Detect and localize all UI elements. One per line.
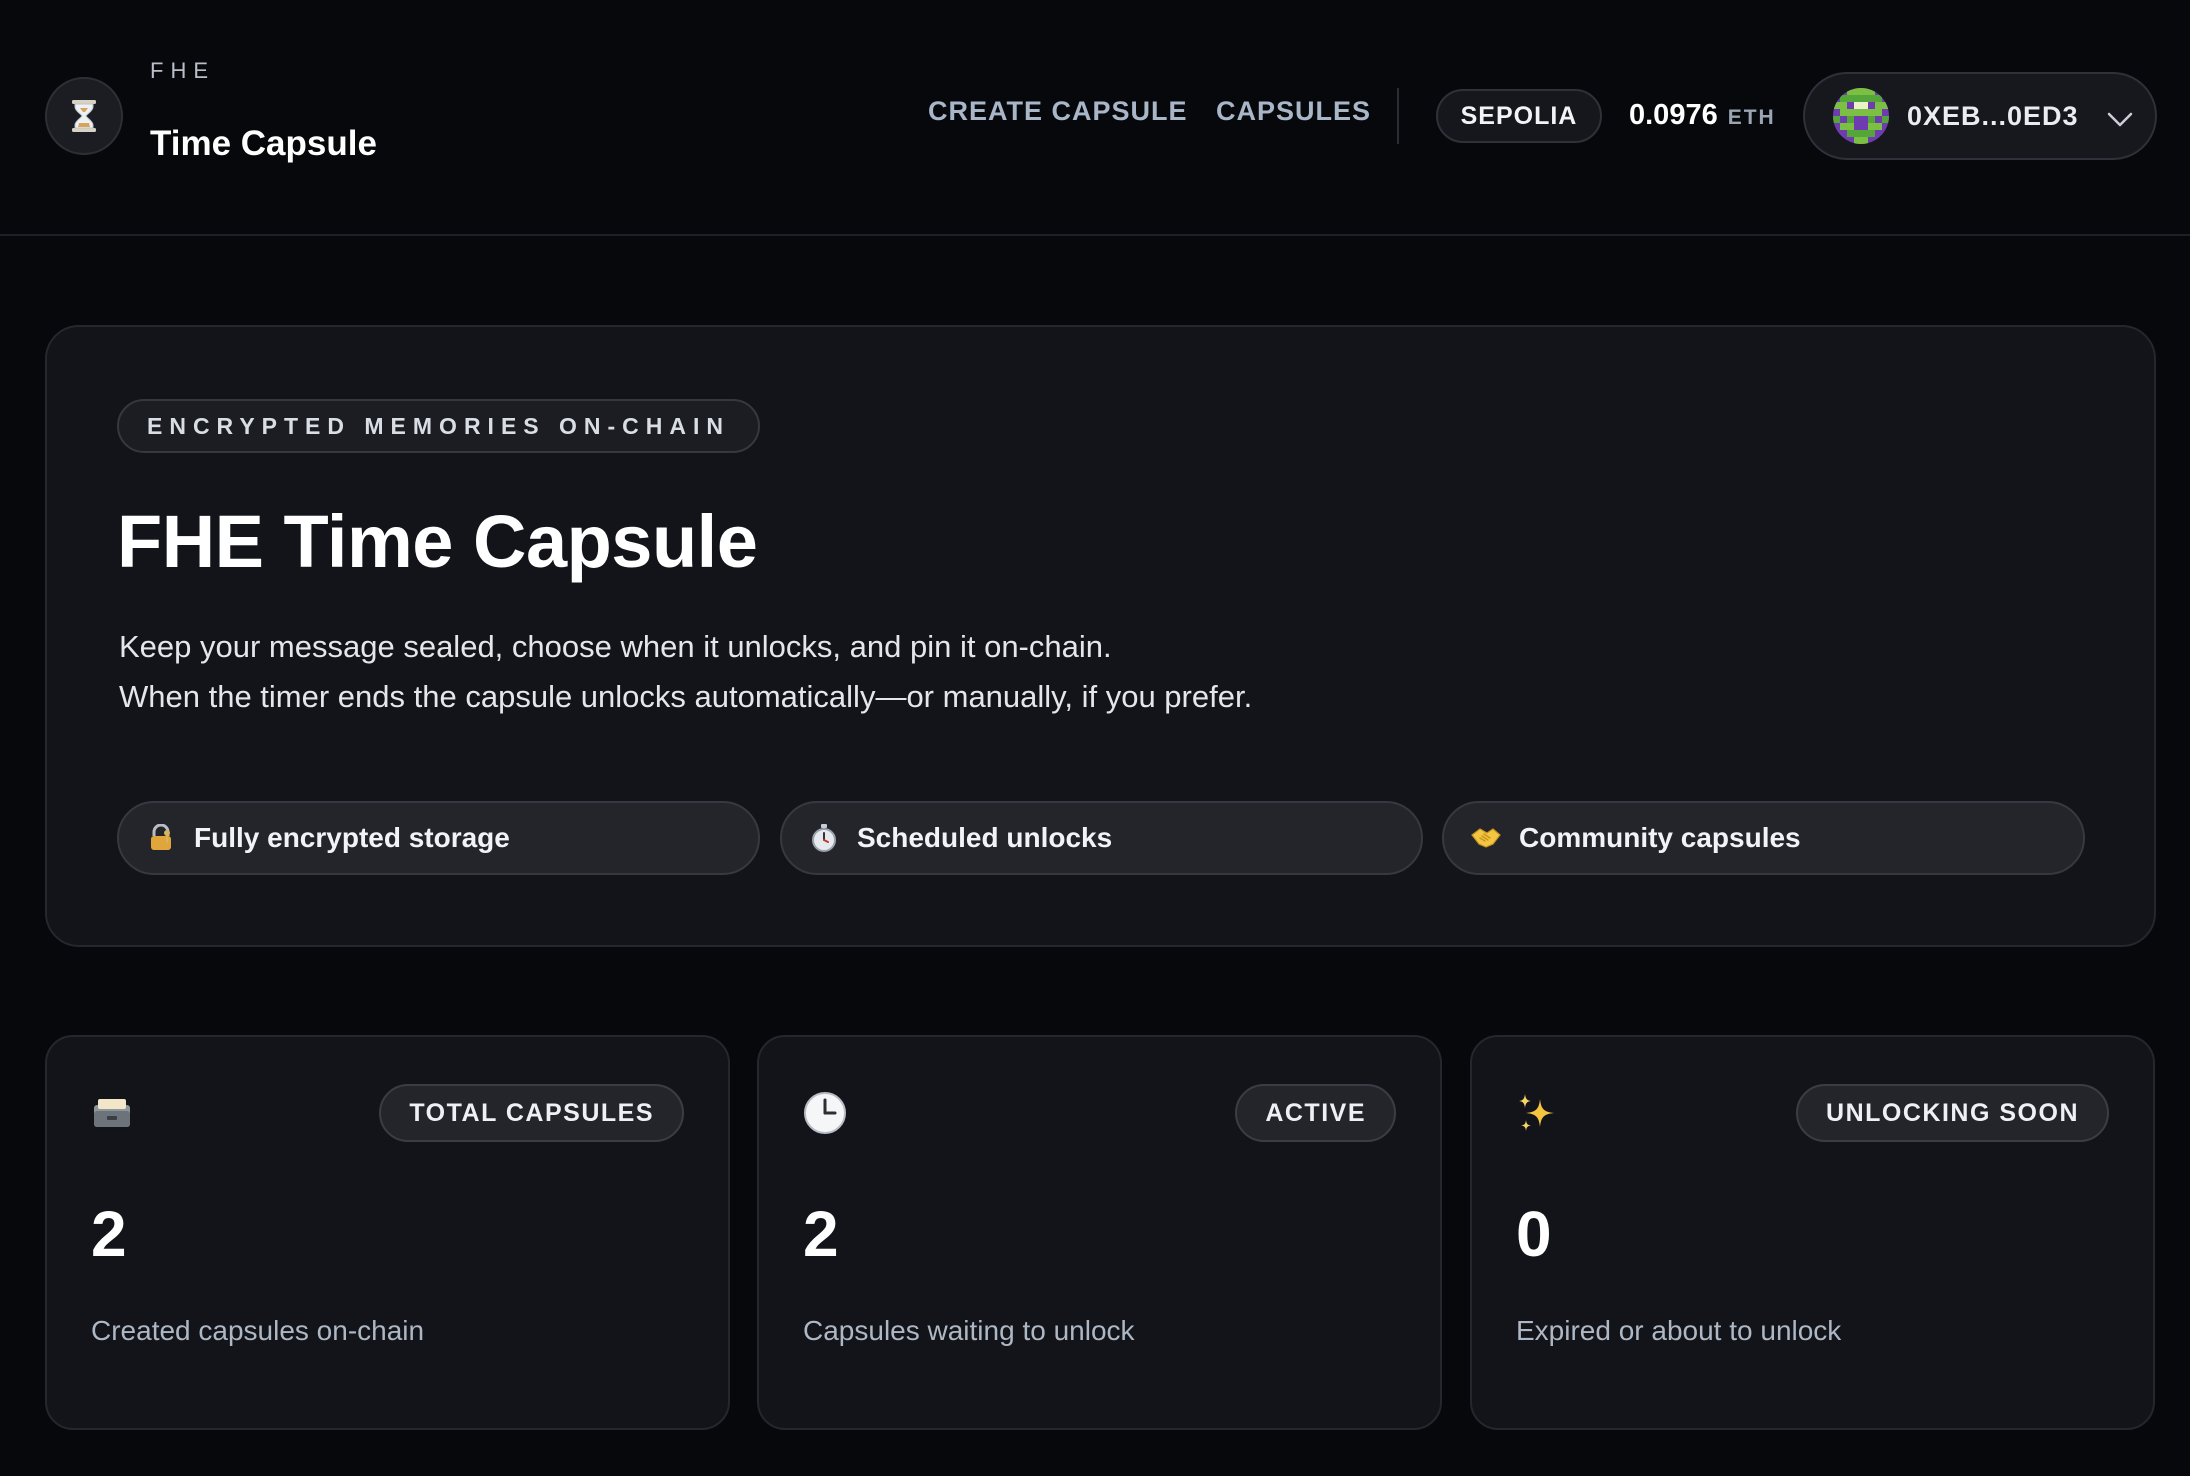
stat-card-active: ACTIVE 2 Capsules waiting to unlock [757,1035,1442,1430]
stat-badge: UNLOCKING SOON [1796,1084,2109,1142]
nav-divider [1397,88,1399,144]
stat-badge: ACTIVE [1235,1084,1396,1142]
stat-caption: Created capsules on-chain [91,1315,425,1346]
brand-logo[interactable] [45,77,123,155]
stat-value: 2 [91,1198,127,1270]
handshake-icon [1471,823,1501,853]
hero-description-line-1: Keep your message sealed, choose when it… [119,629,1112,664]
nav-create-capsule[interactable]: CREATE CAPSULE [928,96,1188,127]
wallet-balance: 0.0976 ETH [1629,99,1776,132]
feature-label: Fully encrypted storage [194,822,510,853]
brand-title[interactable]: Time Capsule [150,124,377,164]
feature-label: Scheduled unlocks [857,822,1113,853]
hero-card: ENCRYPTED MEMORIES ON-CHAIN FHE Time Cap… [45,325,2156,947]
lock-key-icon [146,823,176,853]
sparkles-icon [1516,1091,1560,1135]
stat-card-total-capsules: TOTAL CAPSULES 2 Created capsules on-cha… [45,1035,730,1430]
stat-card-unlocking-soon: UNLOCKING SOON 0 Expired or about to unl… [1470,1035,2155,1430]
clock-icon [803,1091,847,1135]
feature-scheduled-unlocks: Scheduled unlocks [780,801,1423,875]
network-selector[interactable]: SEPOLIA [1436,89,1602,143]
top-header: FHE Time Capsule CREATE CAPSULE CAPSULES… [0,0,2190,236]
hourglass-icon [72,100,96,132]
account-address: 0XEB...0ED3 [1907,101,2079,131]
feature-community-capsules: Community capsules [1442,801,2085,875]
card-file-box-icon [91,1091,135,1135]
stat-caption: Capsules waiting to unlock [803,1315,1135,1346]
avatar [1833,88,1889,144]
nav-capsules[interactable]: CAPSULES [1216,96,1371,127]
brand-kicker: FHE [150,58,215,83]
feature-encrypted-storage: Fully encrypted storage [117,801,760,875]
feature-label: Community capsules [1519,822,1801,853]
hero-description-line-2: When the timer ends the capsule unlocks … [119,679,1253,714]
stat-caption: Expired or about to unlock [1516,1315,1842,1346]
chevron-down-icon [2107,112,2133,127]
balance-unit: ETH [1727,106,1776,129]
balance-amount: 0.0976 [1629,99,1718,131]
stat-value: 2 [803,1198,839,1270]
account-button[interactable]: 0XEB...0ED3 [1803,72,2157,160]
hero-title: FHE Time Capsule [117,500,758,583]
hero-kicker-badge: ENCRYPTED MEMORIES ON-CHAIN [117,399,760,453]
stat-value: 0 [1516,1198,1552,1270]
stopwatch-icon [809,823,839,853]
stat-badge: TOTAL CAPSULES [379,1084,684,1142]
